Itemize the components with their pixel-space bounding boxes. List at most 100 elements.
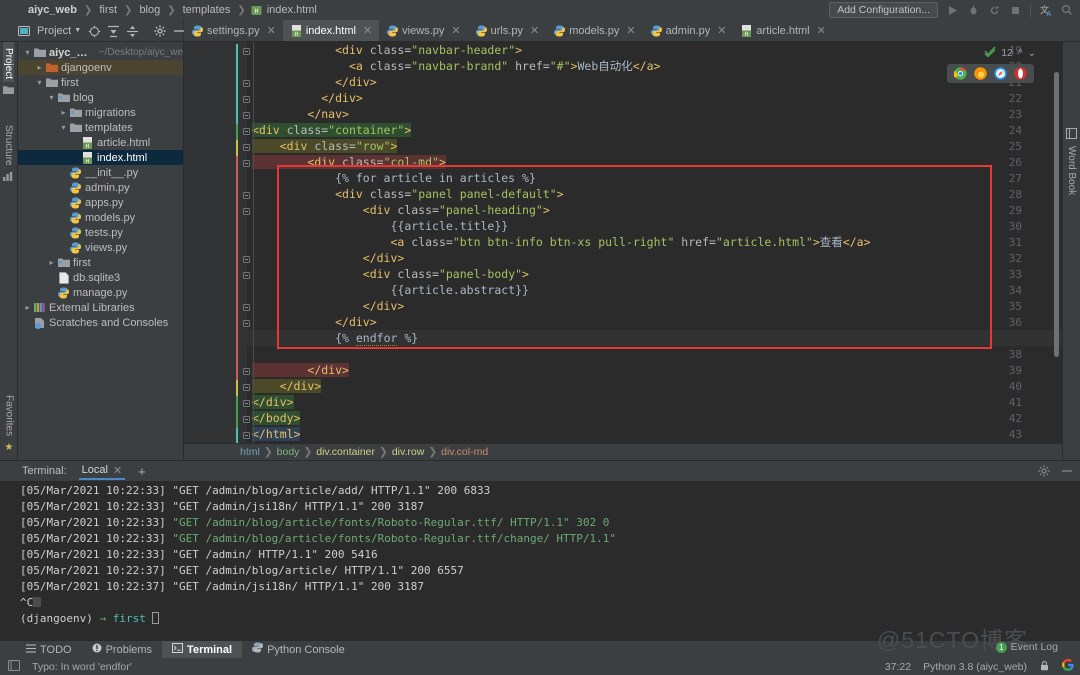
code-line[interactable]: <div class="panel panel-default"> — [247, 186, 1062, 202]
code-line[interactable]: </body> — [247, 410, 1062, 426]
settings-gear-icon[interactable] — [154, 25, 166, 37]
terminal-prompt[interactable]: (djangoenv) → first — [20, 611, 1080, 627]
tree-node-scratches-and-consoles[interactable]: Scratches and Consoles — [18, 315, 183, 330]
breadcrumb-item-templates[interactable]: templates — [181, 4, 233, 16]
project-tree[interactable]: ▾aiyc_web~/Desktop/aiyc_we▸djangoenv▾fir… — [18, 42, 184, 460]
rail-item-word-book[interactable]: Word Book — [1066, 146, 1077, 195]
tree-node-external-libraries[interactable]: ▸External Libraries — [18, 300, 183, 315]
chevron-right-icon[interactable]: ▸ — [22, 303, 33, 312]
code-line[interactable]: {{article.abstract}} — [247, 282, 1062, 298]
code-line[interactable]: </html> — [247, 426, 1062, 442]
code-editor[interactable]: 1920212223242526272829303132333435363738… — [184, 42, 1062, 443]
tree-node-admin-py[interactable]: admin.py — [18, 180, 183, 195]
tree-node-apps-py[interactable]: apps.py — [18, 195, 183, 210]
tab-article-html[interactable]: H article.html ✕ — [733, 20, 832, 41]
tree-node-djangoenv[interactable]: ▸djangoenv — [18, 60, 183, 75]
tab-models-py[interactable]: models.py ✕ — [546, 20, 642, 41]
code-line[interactable]: </div> — [247, 90, 1062, 106]
code-line[interactable]: </div> — [247, 378, 1062, 394]
editor-scrollbar[interactable] — [1054, 72, 1059, 357]
code-line[interactable]: </nav> — [247, 106, 1062, 122]
breadcrumb-div-container[interactable]: div.container — [316, 446, 375, 458]
code-line[interactable]: </div> — [247, 314, 1062, 330]
code-line[interactable]: </div> — [247, 298, 1062, 314]
tab-index-html[interactable]: H index.html ✕ — [283, 20, 379, 41]
lock-icon[interactable] — [1039, 660, 1050, 674]
code-line[interactable]: {{article.title}} — [247, 218, 1062, 234]
close-icon[interactable]: ✕ — [717, 24, 726, 37]
close-icon[interactable]: ✕ — [626, 24, 635, 37]
breadcrumb-div-colmd[interactable]: div.col-md — [441, 446, 488, 458]
tree-node-blog[interactable]: ▾blog — [18, 90, 183, 105]
safari-icon[interactable] — [994, 67, 1007, 80]
expand-all-icon[interactable] — [107, 25, 119, 37]
google-icon[interactable] — [1062, 659, 1074, 674]
tree-node-index-html[interactable]: Hindex.html — [18, 150, 183, 165]
close-icon[interactable]: ✕ — [363, 24, 372, 37]
close-icon[interactable]: ✕ — [113, 464, 122, 477]
tab-admin-py[interactable]: admin.py ✕ — [643, 20, 734, 41]
code-line[interactable]: <div class="panel-heading"> — [247, 202, 1062, 218]
settings-gear-icon[interactable] — [1037, 464, 1051, 478]
collapse-all-icon[interactable] — [126, 25, 138, 37]
code-line[interactable]: <a class="btn btn-info btn-xs pull-right… — [247, 234, 1062, 250]
search-icon[interactable] — [1060, 3, 1074, 17]
tab-terminal[interactable]: Terminal — [162, 641, 242, 659]
browser-launcher-bar[interactable] — [947, 64, 1034, 83]
terminal-output[interactable]: [05/Mar/2021 10:22:33] "GET /admin/blog/… — [0, 481, 1080, 640]
locate-icon[interactable] — [88, 25, 100, 37]
firefox-icon[interactable] — [974, 67, 987, 80]
tab-python-console[interactable]: Python Console — [242, 641, 355, 659]
hide-icon[interactable] — [1060, 464, 1074, 478]
chevron-down-icon[interactable]: ▾ — [46, 93, 57, 102]
chevron-down-icon[interactable]: ▾ — [22, 48, 33, 57]
close-icon[interactable]: ✕ — [267, 24, 276, 37]
code-line[interactable]: </div> — [247, 394, 1062, 410]
tree-node-views-py[interactable]: views.py — [18, 240, 183, 255]
breadcrumb-div-row[interactable]: div.row — [392, 446, 424, 458]
code-line[interactable]: <a class="navbar-brand" href="#">Web自动化<… — [247, 58, 1062, 74]
tree-node--init-py[interactable]: __init__.py — [18, 165, 183, 180]
breadcrumb-item-first[interactable]: first — [97, 4, 119, 16]
tab-views-py[interactable]: views.py ✕ — [379, 20, 467, 41]
tree-node-first[interactable]: ▸first — [18, 255, 183, 270]
close-icon[interactable]: ✕ — [451, 24, 460, 37]
interpreter-selector[interactable]: Python 3.8 (aiyc_web) — [923, 661, 1027, 673]
chevron-right-icon[interactable]: ▸ — [46, 258, 57, 267]
rail-item-favorites[interactable]: Favorites — [4, 389, 15, 439]
tree-node-models-py[interactable]: models.py — [18, 210, 183, 225]
event-log-button[interactable]: 1 Event Log — [996, 641, 1058, 653]
tab-settings-py[interactable]: settings.py ✕ — [184, 20, 283, 41]
code-line[interactable]: </div> — [247, 74, 1062, 90]
code-line[interactable]: <div class="container"> — [247, 122, 1062, 138]
translate-icon[interactable]: 文A — [1039, 3, 1053, 17]
code-line[interactable]: <div class="row"> — [247, 138, 1062, 154]
chevron-right-icon[interactable]: ▸ — [58, 108, 69, 117]
tree-node-templates[interactable]: ▾templates — [18, 120, 183, 135]
breadcrumb-item-project[interactable]: aiyc_web — [26, 4, 79, 16]
debug-icon[interactable] — [966, 3, 980, 17]
close-icon[interactable]: ✕ — [817, 24, 826, 37]
chevron-up-icon[interactable]: ^ — [1018, 48, 1023, 59]
add-configuration-button[interactable]: Add Configuration... — [829, 2, 938, 18]
chevron-down-icon[interactable]: ▾ — [58, 123, 69, 132]
tree-node-manage-py[interactable]: manage.py — [18, 285, 183, 300]
chevron-right-icon[interactable]: ▸ — [34, 63, 45, 72]
tree-node-migrations[interactable]: ▸migrations — [18, 105, 183, 120]
tree-node-db-sqlite3[interactable]: db.sqlite3 — [18, 270, 183, 285]
coverage-icon[interactable] — [987, 3, 1001, 17]
breadcrumb-body[interactable]: body — [277, 446, 300, 458]
tree-node-aiyc-web[interactable]: ▾aiyc_web~/Desktop/aiyc_we — [18, 45, 183, 60]
chevron-down-icon[interactable]: ⌄ — [1028, 48, 1036, 59]
breadcrumb-html[interactable]: html — [240, 446, 260, 458]
code-line[interactable]: </div> — [247, 250, 1062, 266]
terminal-tab-local[interactable]: Local ✕ — [79, 463, 126, 480]
add-terminal-button[interactable]: + — [138, 464, 146, 479]
opera-icon[interactable] — [1014, 67, 1027, 80]
rail-item-structure[interactable]: Structure — [3, 119, 14, 169]
caret-position[interactable]: 37:22 — [885, 661, 911, 673]
tree-node-tests-py[interactable]: tests.py — [18, 225, 183, 240]
code-line[interactable]: </div> — [247, 362, 1062, 378]
chevron-down-icon[interactable]: ▾ — [34, 78, 45, 87]
run-icon[interactable] — [945, 3, 959, 17]
